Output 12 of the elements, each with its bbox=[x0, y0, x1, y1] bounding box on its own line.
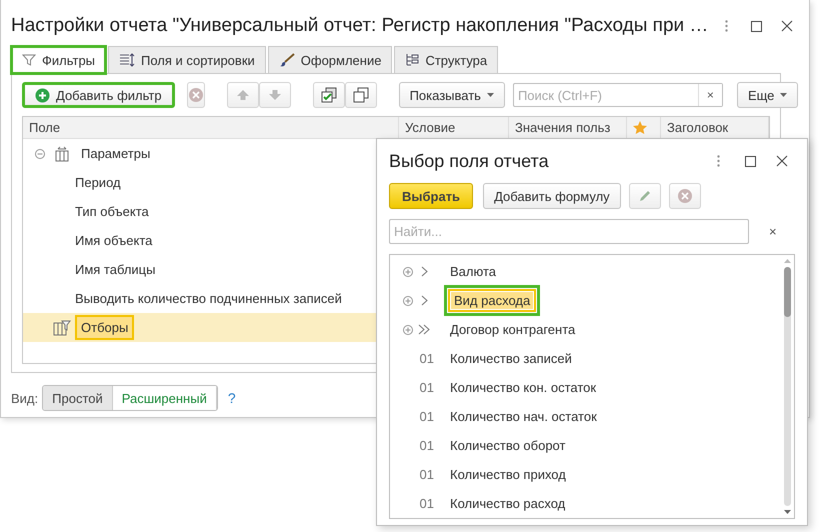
field-name: Отборы bbox=[75, 315, 134, 340]
type-label: 01 bbox=[418, 467, 435, 482]
type-label: 01 bbox=[418, 409, 435, 424]
field-name: Период bbox=[74, 174, 122, 192]
view-label: Вид: bbox=[11, 390, 38, 406]
window-title: Настройки отчета "Универсальный отчет: Регистр накопления "Расходы при … bbox=[11, 15, 708, 37]
type-label: 01 bbox=[418, 438, 435, 453]
field-name: Параметры bbox=[80, 145, 152, 163]
type-label: 01 bbox=[418, 351, 435, 366]
type-label: 01 bbox=[418, 496, 435, 511]
type-label: 01 bbox=[418, 380, 435, 395]
dialog-title: Выбор поля отчета bbox=[389, 150, 550, 172]
